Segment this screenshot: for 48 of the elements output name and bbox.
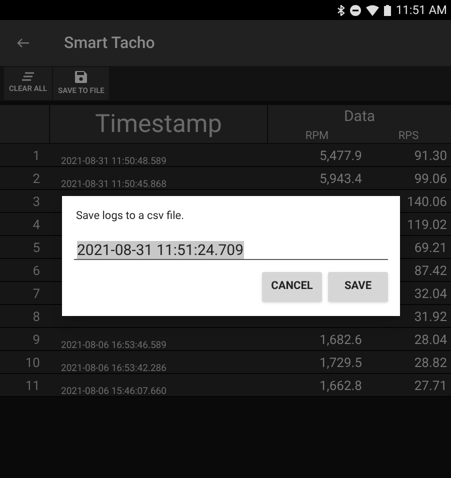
table-cell: 119.02 (407, 218, 447, 233)
back-arrow-icon (17, 38, 29, 48)
table-cell: 5,943.4 (319, 172, 362, 187)
table-cell: 99.06 (414, 172, 447, 187)
table-cell: 140.06 (407, 195, 447, 210)
table-cell: 27.71 (414, 379, 447, 394)
dialog-button[interactable]: SAVE (328, 272, 388, 302)
column-header: RPM (305, 129, 329, 143)
row-number: 5 (32, 241, 40, 256)
app-title: Smart Tacho (64, 32, 155, 54)
dialog-button[interactable]: CANCEL (262, 272, 322, 302)
table-cell: 2021-08-06 16:53:42.286 (61, 363, 166, 374)
row-number: 8 (32, 310, 40, 325)
table-cell: 32.04 (414, 287, 447, 302)
row-number: 2 (32, 172, 40, 187)
table-cell: 2021-08-06 16:53:46.589 (61, 340, 166, 351)
row-number: 1 (32, 149, 40, 164)
file-name-field[interactable]: 2021-08-31 11:51:24.709 (74, 240, 388, 260)
table-cell: 2021-08-06 15:46:07.660 (61, 386, 166, 397)
battery-icon (384, 4, 391, 16)
table-cell: 1,662.8 (319, 379, 362, 394)
table-cell: 2021-08-31 11:50:45.868 (61, 179, 166, 190)
row-number: 6 (32, 264, 40, 279)
table-cell: 1,729.5 (319, 356, 362, 371)
table-cell: 1,682.6 (319, 333, 362, 348)
table-cell: 28.82 (414, 356, 447, 371)
table-cell: 91.30 (414, 149, 447, 164)
row-number: 3 (32, 195, 40, 210)
table-cell: 5,477.9 (319, 149, 362, 164)
lines-icon (22, 72, 34, 82)
column-header: RPS (398, 129, 419, 143)
wifi-icon (366, 4, 379, 16)
row-number: 9 (32, 333, 40, 348)
table-cell: 87.42 (414, 264, 447, 279)
column-header: Timestamp (95, 112, 222, 136)
row-number: 4 (32, 218, 40, 233)
table-cell: 2021-08-31 11:50:48.589 (61, 156, 166, 167)
clock-time: 11:51 AM (396, 2, 447, 19)
table-cell: 28.04 (414, 333, 447, 348)
row-number: 10 (25, 356, 40, 371)
column-header: Data (344, 109, 376, 124)
do-not-disturb-icon (350, 4, 361, 16)
table-cell: 31.92 (414, 310, 447, 325)
row-number: 7 (32, 287, 40, 302)
bluetooth-icon (336, 4, 345, 16)
row-number: 11 (25, 379, 40, 394)
dialog-message: Save logs to a csv file. (76, 208, 185, 224)
table-cell: 69.21 (414, 241, 447, 256)
